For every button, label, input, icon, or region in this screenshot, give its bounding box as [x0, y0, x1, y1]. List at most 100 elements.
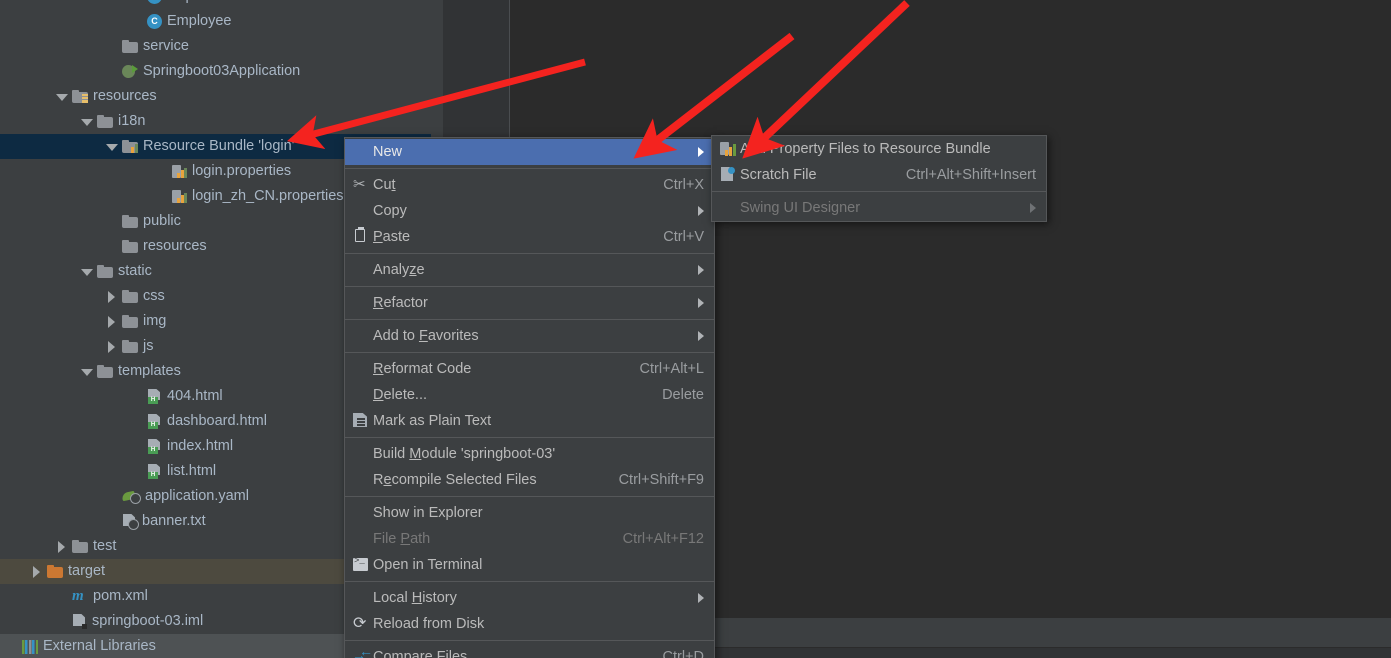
menu-item[interactable]: Compare Files Ctrl+D — [345, 643, 714, 658]
chevron-down-icon[interactable] — [56, 91, 68, 103]
menu-item-icon-slot — [351, 327, 373, 345]
menu-separator — [345, 168, 714, 169]
chevron-right-icon[interactable] — [106, 315, 118, 328]
terminal-icon — [353, 556, 368, 571]
menu-item[interactable]: Copy — [345, 198, 714, 224]
html-file-icon — [147, 414, 162, 429]
menu-item[interactable]: Open in Terminal — [345, 552, 714, 578]
resource-bundle-icon — [122, 140, 139, 153]
menu-item-label: New — [373, 144, 403, 160]
chevron-down-icon[interactable] — [81, 266, 93, 278]
menu-item[interactable]: Delete... Delete — [345, 382, 714, 408]
menu-separator — [345, 352, 714, 353]
chevron-right-icon[interactable] — [106, 290, 118, 303]
menu-item[interactable]: New — [345, 139, 714, 165]
menu-item-icon-slot — [351, 294, 373, 312]
menu-separator — [345, 640, 714, 641]
menu-item-shortcut: Ctrl+V — [663, 229, 704, 245]
tree-row[interactable]: Springboot03Application — [0, 59, 431, 84]
menu-item[interactable]: Analyze — [345, 257, 714, 283]
new-submenu[interactable]: Add Property Files to Resource Bundle Scr… — [711, 135, 1047, 222]
chevron-right-icon[interactable] — [56, 540, 68, 553]
folder-icon — [122, 315, 138, 328]
menu-item-icon-slot — [351, 386, 373, 404]
menu-item-label: File Path — [373, 531, 431, 547]
chevron-down-icon[interactable] — [81, 366, 93, 378]
chevron-right-icon[interactable] — [31, 565, 43, 578]
menu-item[interactable]: Local History — [345, 585, 714, 611]
tree-row-label: css — [143, 288, 165, 304]
chevron-down-icon[interactable] — [81, 116, 93, 128]
menu-separator — [345, 253, 714, 254]
chevron-right-icon — [698, 593, 704, 603]
menu-item[interactable]: Show in Explorer — [345, 500, 714, 526]
menu-item[interactable]: Recompile Selected Files Ctrl+Shift+F9 — [345, 467, 714, 493]
menu-item[interactable]: ⟳ Reload from Disk — [345, 611, 714, 637]
menu-separator — [712, 191, 1046, 192]
menu-item-icon-slot — [351, 556, 373, 574]
menu-item-label: Swing UI Designer — [740, 200, 861, 216]
menu-item-icon-slot — [718, 140, 740, 158]
tree-row[interactable]: resources — [0, 84, 431, 109]
menu-item-label: Open in Terminal — [373, 557, 483, 573]
class-icon: C — [147, 14, 162, 29]
menu-item[interactable]: Paste Ctrl+V — [345, 224, 714, 250]
tree-row-label: test — [93, 538, 117, 554]
chevron-right-icon — [698, 147, 704, 157]
tree-row-label: dashboard.html — [167, 413, 267, 429]
menu-item-icon-slot — [351, 530, 373, 548]
chevron-right-icon — [698, 206, 704, 216]
menu-item-label: Reformat Code — [373, 361, 472, 377]
tree-row-label: resources — [93, 88, 157, 104]
menu-item-icon-slot — [351, 202, 373, 220]
menu-separator — [345, 286, 714, 287]
tree-row[interactable]: C Department — [0, 0, 431, 9]
menu-item-shortcut: Ctrl+D — [662, 649, 705, 658]
menu-item[interactable]: Refactor — [345, 290, 714, 316]
menu-item-shortcut: Ctrl+Alt+L — [639, 361, 704, 377]
menu-item-icon-slot — [351, 143, 373, 161]
menu-item[interactable]: Build Module 'springboot-03' — [345, 441, 714, 467]
chevron-right-icon[interactable] — [106, 340, 118, 353]
menu-item-icon-slot — [718, 166, 740, 184]
tree-row[interactable]: service — [0, 34, 431, 59]
tree-row[interactable]: C Employee — [0, 9, 431, 34]
menu-item[interactable]: Swing UI Designer — [712, 195, 1046, 221]
tree-row-label: login_zh_CN.properties — [192, 188, 344, 204]
menu-item[interactable]: Add Property Files to Resource Bundle — [712, 136, 1046, 162]
folder-icon — [122, 240, 138, 253]
menu-item[interactable]: File Path Ctrl+Alt+F12 — [345, 526, 714, 552]
folder-icon — [97, 365, 113, 378]
folder-orange-icon — [47, 565, 63, 578]
menu-item-icon-slot — [718, 199, 740, 217]
menu-item-shortcut: Ctrl+Alt+Shift+Insert — [905, 167, 1036, 183]
tree-row-label: application.yaml — [145, 488, 249, 504]
menu-item[interactable]: Reformat Code Ctrl+Alt+L — [345, 356, 714, 382]
menu-item[interactable]: Scratch File Ctrl+Alt+Shift+Insert — [712, 162, 1046, 188]
menu-item-label: Scratch File — [740, 167, 817, 183]
menu-item-label: Local History — [373, 590, 457, 606]
tree-row-label: banner.txt — [142, 513, 206, 529]
spring-boot-icon — [122, 64, 138, 79]
menu-item-shortcut: Ctrl+Alt+F12 — [622, 531, 704, 547]
compare-icon — [352, 643, 373, 658]
html-file-icon — [147, 389, 162, 404]
chevron-down-icon[interactable] — [106, 141, 118, 153]
menu-item[interactable]: ✂ Cut Ctrl+X — [345, 172, 714, 198]
menu-item-label: Add to Favorites — [373, 328, 479, 344]
project-context-menu[interactable]: New ✂ Cut Ctrl+X Copy Paste Ctrl+V Analyze Refac… — [344, 137, 715, 658]
menu-item[interactable]: Mark as Plain Text — [345, 408, 714, 434]
tree-row[interactable]: i18n — [0, 109, 431, 134]
menu-item[interactable]: Add to Favorites — [345, 323, 714, 349]
